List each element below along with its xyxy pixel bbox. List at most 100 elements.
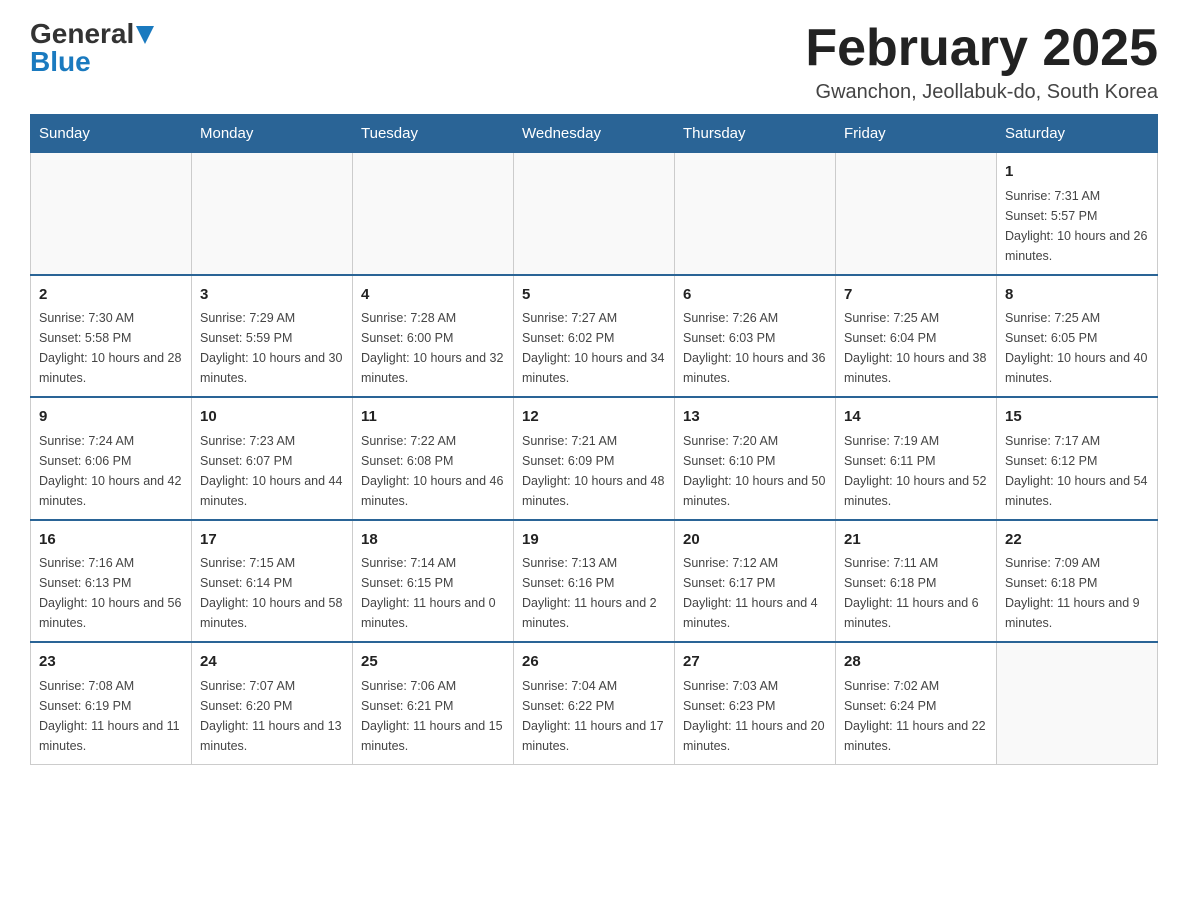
day-number: 6 (683, 284, 827, 307)
day-number: 12 (522, 406, 666, 429)
table-row: 27Sunrise: 7:03 AMSunset: 6:23 PMDayligh… (675, 642, 836, 764)
month-title: February 2025 (805, 20, 1158, 77)
location-text: Gwanchon, Jeollabuk-do, South Korea (805, 81, 1158, 104)
table-row: 22Sunrise: 7:09 AMSunset: 6:18 PMDayligh… (997, 520, 1158, 643)
day-number: 4 (361, 284, 505, 307)
table-row: 9Sunrise: 7:24 AMSunset: 6:06 PMDaylight… (31, 397, 192, 520)
day-info: Sunrise: 7:07 AMSunset: 6:20 PMDaylight:… (200, 676, 344, 756)
table-row: 10Sunrise: 7:23 AMSunset: 6:07 PMDayligh… (192, 397, 353, 520)
table-row: 25Sunrise: 7:06 AMSunset: 6:21 PMDayligh… (353, 642, 514, 764)
table-row: 4Sunrise: 7:28 AMSunset: 6:00 PMDaylight… (353, 275, 514, 398)
day-number: 7 (844, 284, 988, 307)
logo: General Blue (30, 20, 154, 76)
page-header: General Blue February 2025 Gwanchon, Jeo… (30, 20, 1158, 104)
day-info: Sunrise: 7:16 AMSunset: 6:13 PMDaylight:… (39, 553, 183, 633)
day-info: Sunrise: 7:11 AMSunset: 6:18 PMDaylight:… (844, 553, 988, 633)
calendar-week-row: 16Sunrise: 7:16 AMSunset: 6:13 PMDayligh… (31, 520, 1158, 643)
day-info: Sunrise: 7:26 AMSunset: 6:03 PMDaylight:… (683, 308, 827, 388)
calendar-week-row: 1Sunrise: 7:31 AMSunset: 5:57 PMDaylight… (31, 153, 1158, 275)
header-thursday: Thursday (675, 115, 836, 153)
day-info: Sunrise: 7:25 AMSunset: 6:04 PMDaylight:… (844, 308, 988, 388)
day-info: Sunrise: 7:06 AMSunset: 6:21 PMDaylight:… (361, 676, 505, 756)
day-number: 28 (844, 651, 988, 674)
day-info: Sunrise: 7:27 AMSunset: 6:02 PMDaylight:… (522, 308, 666, 388)
day-number: 11 (361, 406, 505, 429)
table-row: 2Sunrise: 7:30 AMSunset: 5:58 PMDaylight… (31, 275, 192, 398)
header-friday: Friday (836, 115, 997, 153)
day-info: Sunrise: 7:17 AMSunset: 6:12 PMDaylight:… (1005, 431, 1149, 511)
day-info: Sunrise: 7:25 AMSunset: 6:05 PMDaylight:… (1005, 308, 1149, 388)
table-row: 15Sunrise: 7:17 AMSunset: 6:12 PMDayligh… (997, 397, 1158, 520)
day-info: Sunrise: 7:15 AMSunset: 6:14 PMDaylight:… (200, 553, 344, 633)
day-info: Sunrise: 7:09 AMSunset: 6:18 PMDaylight:… (1005, 553, 1149, 633)
day-number: 25 (361, 651, 505, 674)
day-number: 27 (683, 651, 827, 674)
day-info: Sunrise: 7:24 AMSunset: 6:06 PMDaylight:… (39, 431, 183, 511)
day-info: Sunrise: 7:03 AMSunset: 6:23 PMDaylight:… (683, 676, 827, 756)
table-row: 24Sunrise: 7:07 AMSunset: 6:20 PMDayligh… (192, 642, 353, 764)
day-info: Sunrise: 7:14 AMSunset: 6:15 PMDaylight:… (361, 553, 505, 633)
day-number: 2 (39, 284, 183, 307)
day-number: 14 (844, 406, 988, 429)
calendar-week-row: 2Sunrise: 7:30 AMSunset: 5:58 PMDaylight… (31, 275, 1158, 398)
table-row: 23Sunrise: 7:08 AMSunset: 6:19 PMDayligh… (31, 642, 192, 764)
table-row: 21Sunrise: 7:11 AMSunset: 6:18 PMDayligh… (836, 520, 997, 643)
table-row: 19Sunrise: 7:13 AMSunset: 6:16 PMDayligh… (514, 520, 675, 643)
table-row: 1Sunrise: 7:31 AMSunset: 5:57 PMDaylight… (997, 153, 1158, 275)
table-row: 18Sunrise: 7:14 AMSunset: 6:15 PMDayligh… (353, 520, 514, 643)
table-row: 14Sunrise: 7:19 AMSunset: 6:11 PMDayligh… (836, 397, 997, 520)
calendar-week-row: 9Sunrise: 7:24 AMSunset: 6:06 PMDaylight… (31, 397, 1158, 520)
calendar-table: Sunday Monday Tuesday Wednesday Thursday… (30, 114, 1158, 765)
day-info: Sunrise: 7:13 AMSunset: 6:16 PMDaylight:… (522, 553, 666, 633)
day-number: 18 (361, 529, 505, 552)
day-number: 23 (39, 651, 183, 674)
day-number: 24 (200, 651, 344, 674)
day-number: 21 (844, 529, 988, 552)
table-row: 26Sunrise: 7:04 AMSunset: 6:22 PMDayligh… (514, 642, 675, 764)
day-info: Sunrise: 7:29 AMSunset: 5:59 PMDaylight:… (200, 308, 344, 388)
table-row: 28Sunrise: 7:02 AMSunset: 6:24 PMDayligh… (836, 642, 997, 764)
day-number: 19 (522, 529, 666, 552)
day-number: 15 (1005, 406, 1149, 429)
day-info: Sunrise: 7:02 AMSunset: 6:24 PMDaylight:… (844, 676, 988, 756)
day-number: 26 (522, 651, 666, 674)
day-number: 13 (683, 406, 827, 429)
day-info: Sunrise: 7:28 AMSunset: 6:00 PMDaylight:… (361, 308, 505, 388)
table-row (353, 153, 514, 275)
table-row: 3Sunrise: 7:29 AMSunset: 5:59 PMDaylight… (192, 275, 353, 398)
day-number: 1 (1005, 161, 1149, 184)
day-number: 10 (200, 406, 344, 429)
day-number: 5 (522, 284, 666, 307)
calendar-header-row: Sunday Monday Tuesday Wednesday Thursday… (31, 115, 1158, 153)
table-row (675, 153, 836, 275)
day-number: 17 (200, 529, 344, 552)
table-row: 17Sunrise: 7:15 AMSunset: 6:14 PMDayligh… (192, 520, 353, 643)
day-number: 9 (39, 406, 183, 429)
day-info: Sunrise: 7:20 AMSunset: 6:10 PMDaylight:… (683, 431, 827, 511)
logo-triangle-icon (136, 26, 154, 44)
day-info: Sunrise: 7:12 AMSunset: 6:17 PMDaylight:… (683, 553, 827, 633)
header-monday: Monday (192, 115, 353, 153)
title-section: February 2025 Gwanchon, Jeollabuk-do, So… (805, 20, 1158, 104)
day-number: 8 (1005, 284, 1149, 307)
table-row: 8Sunrise: 7:25 AMSunset: 6:05 PMDaylight… (997, 275, 1158, 398)
table-row: 13Sunrise: 7:20 AMSunset: 6:10 PMDayligh… (675, 397, 836, 520)
table-row: 12Sunrise: 7:21 AMSunset: 6:09 PMDayligh… (514, 397, 675, 520)
day-info: Sunrise: 7:23 AMSunset: 6:07 PMDaylight:… (200, 431, 344, 511)
table-row: 5Sunrise: 7:27 AMSunset: 6:02 PMDaylight… (514, 275, 675, 398)
table-row (514, 153, 675, 275)
header-wednesday: Wednesday (514, 115, 675, 153)
table-row (836, 153, 997, 275)
header-sunday: Sunday (31, 115, 192, 153)
day-number: 16 (39, 529, 183, 552)
day-info: Sunrise: 7:19 AMSunset: 6:11 PMDaylight:… (844, 431, 988, 511)
day-info: Sunrise: 7:04 AMSunset: 6:22 PMDaylight:… (522, 676, 666, 756)
calendar-week-row: 23Sunrise: 7:08 AMSunset: 6:19 PMDayligh… (31, 642, 1158, 764)
table-row: 7Sunrise: 7:25 AMSunset: 6:04 PMDaylight… (836, 275, 997, 398)
header-tuesday: Tuesday (353, 115, 514, 153)
table-row: 20Sunrise: 7:12 AMSunset: 6:17 PMDayligh… (675, 520, 836, 643)
table-row (192, 153, 353, 275)
table-row: 6Sunrise: 7:26 AMSunset: 6:03 PMDaylight… (675, 275, 836, 398)
day-info: Sunrise: 7:08 AMSunset: 6:19 PMDaylight:… (39, 676, 183, 756)
table-row (31, 153, 192, 275)
